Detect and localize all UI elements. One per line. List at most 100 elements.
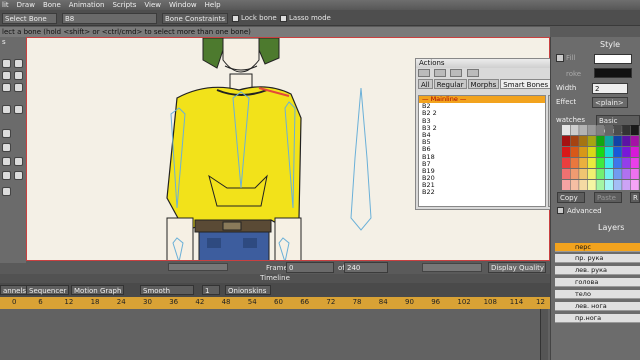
action-item[interactable]: B5 xyxy=(419,138,545,146)
fill-color-swatch[interactable] xyxy=(594,54,632,64)
layer-row[interactable]: лев. нога xyxy=(555,302,640,311)
action-item[interactable]: B6 xyxy=(419,146,545,153)
action-item[interactable]: B19 xyxy=(419,167,545,175)
manipulate-bones-tool-icon[interactable] xyxy=(14,105,23,114)
tab-smart-bones[interactable]: Smart Bones xyxy=(500,79,552,89)
menu-edit[interactable]: lit xyxy=(2,1,9,9)
rotate-bone-tool-icon[interactable] xyxy=(14,71,23,80)
current-tool-field[interactable]: Select Bone xyxy=(2,13,57,24)
offset-bone-tool-icon[interactable] xyxy=(2,129,11,138)
fill-checkbox[interactable] xyxy=(556,54,564,62)
layer-row[interactable]: пр.нога xyxy=(555,314,640,323)
view-mode-buttons[interactable] xyxy=(422,263,482,272)
layer-row[interactable]: голова xyxy=(555,278,640,287)
rotate-layer-tool-icon[interactable] xyxy=(14,157,23,166)
set-origin-tool-icon[interactable] xyxy=(2,157,11,166)
action-item[interactable]: B7 xyxy=(419,160,545,168)
color-swatch xyxy=(605,136,613,146)
timeline-track-area[interactable] xyxy=(0,309,550,360)
color-swatch xyxy=(622,180,631,190)
bone-name-field[interactable]: B8 xyxy=(62,13,157,24)
interpolation-select[interactable]: Smooth xyxy=(140,285,194,295)
display-quality-button[interactable]: Display Quality xyxy=(488,262,546,273)
paste-style-button[interactable]: Paste xyxy=(594,192,622,203)
action-item[interactable]: B20 xyxy=(419,174,545,182)
color-swatch xyxy=(562,158,570,168)
layers-panel-title: Layers xyxy=(598,223,625,232)
action-item[interactable]: B22 xyxy=(419,189,545,196)
effect-select[interactable]: <plain> xyxy=(592,97,628,108)
frame-label: Frame xyxy=(266,264,288,272)
onionskins-select[interactable]: Onionskins xyxy=(225,285,271,295)
scale-bone-tool-icon[interactable] xyxy=(2,71,11,80)
color-swatch xyxy=(622,147,631,157)
actions-toolbar xyxy=(416,68,556,79)
reset-style-button[interactable]: R xyxy=(630,192,640,203)
bone-constraints-button[interactable]: Bone Constraints xyxy=(162,13,228,24)
color-swatches-grid[interactable] xyxy=(562,125,640,191)
add-bone-tool-icon[interactable] xyxy=(2,83,11,92)
timeline-tabs: annels Sequencer Motion Graph Smooth 1 O… xyxy=(0,283,550,297)
rename-action-icon[interactable] xyxy=(450,69,463,77)
timeline-ruler[interactable]: 0 6 12 18 24 30 36 42 48 54 60 66 72 78 84 90 96 102 108 11… xyxy=(0,297,550,309)
lock-bone-checkbox[interactable] xyxy=(232,15,239,22)
total-frames-input[interactable]: 240 xyxy=(344,262,388,273)
color-swatch xyxy=(596,180,605,190)
advanced-checkbox[interactable] xyxy=(557,207,564,214)
action-item[interactable]: B3 2 xyxy=(419,124,545,132)
menu-animation[interactable]: Animation xyxy=(69,1,105,9)
tab-sequencer[interactable]: Sequencer xyxy=(26,285,70,295)
delete-action-icon[interactable] xyxy=(466,69,479,77)
action-item[interactable]: B2 2 xyxy=(419,110,545,117)
lock-bone-label: Lock bone xyxy=(241,14,277,22)
ruler-tick-label: 24 xyxy=(116,298,126,306)
color-swatch xyxy=(587,169,596,179)
copy-style-button[interactable]: Copy xyxy=(557,192,585,203)
action-item[interactable]: B2 xyxy=(419,102,545,110)
transform-layer-tool-icon[interactable] xyxy=(2,143,11,152)
layer-row[interactable]: пр. рука xyxy=(555,254,640,263)
select-bone-tool-icon[interactable] xyxy=(2,59,11,68)
action-item[interactable]: B18 xyxy=(419,153,545,161)
action-mainline[interactable]: — Mainline — xyxy=(419,96,545,104)
menu-help[interactable]: Help xyxy=(205,1,221,9)
action-item[interactable]: B21 xyxy=(419,182,545,189)
frame-input[interactable]: 0 xyxy=(286,262,334,273)
ruler-tick-label: 84 xyxy=(378,298,388,306)
ruler-tick-label: 60 xyxy=(274,298,283,306)
menu-bone[interactable]: Bone xyxy=(43,1,61,9)
shear-layer-tool-icon[interactable] xyxy=(14,171,23,180)
color-swatch xyxy=(579,147,588,157)
action-item[interactable]: B3 xyxy=(419,117,545,125)
menu-scripts[interactable]: Scripts xyxy=(112,1,136,9)
tab-morphs[interactable]: Morphs xyxy=(467,79,500,89)
layer-row[interactable]: тело xyxy=(555,290,640,299)
stroke-color-swatch[interactable] xyxy=(594,68,632,78)
duplicate-action-icon[interactable] xyxy=(434,69,447,77)
tab-regular[interactable]: Regular xyxy=(433,79,467,89)
menu-window[interactable]: Window xyxy=(169,1,197,9)
ruler-tick-label: 18 xyxy=(90,298,100,306)
playback-buttons[interactable] xyxy=(168,263,228,271)
tab-motion-graph[interactable]: Motion Graph xyxy=(71,285,125,295)
menu-view[interactable]: View xyxy=(144,1,161,9)
lasso-mode-checkbox[interactable] xyxy=(280,15,287,22)
interval-select[interactable]: 1 xyxy=(202,285,220,295)
translate-bone-tool-icon[interactable] xyxy=(14,59,23,68)
tab-all[interactable]: All xyxy=(418,79,433,89)
action-item[interactable]: B4 xyxy=(419,131,545,139)
menu-draw[interactable]: Draw xyxy=(17,1,35,9)
tab-channels[interactable]: annels xyxy=(0,285,30,295)
new-action-icon[interactable] xyxy=(418,69,430,77)
tool-options-bar: Select Bone B8 Bone Constraints Lock bon… xyxy=(0,10,640,26)
reparent-bone-tool-icon[interactable] xyxy=(14,83,23,92)
color-swatch xyxy=(596,147,605,157)
layer-row-selected[interactable]: перс xyxy=(555,243,640,252)
bone-strength-tool-icon[interactable] xyxy=(2,105,11,114)
flip-layer-tool-icon[interactable] xyxy=(2,171,11,180)
camera-tool-icon[interactable] xyxy=(2,187,11,196)
ruler-tick-label: 114 xyxy=(509,298,524,306)
timeline-scrollbar[interactable] xyxy=(540,309,548,360)
layer-row[interactable]: лев. рука xyxy=(555,266,640,275)
width-input[interactable]: 2 xyxy=(592,83,628,94)
